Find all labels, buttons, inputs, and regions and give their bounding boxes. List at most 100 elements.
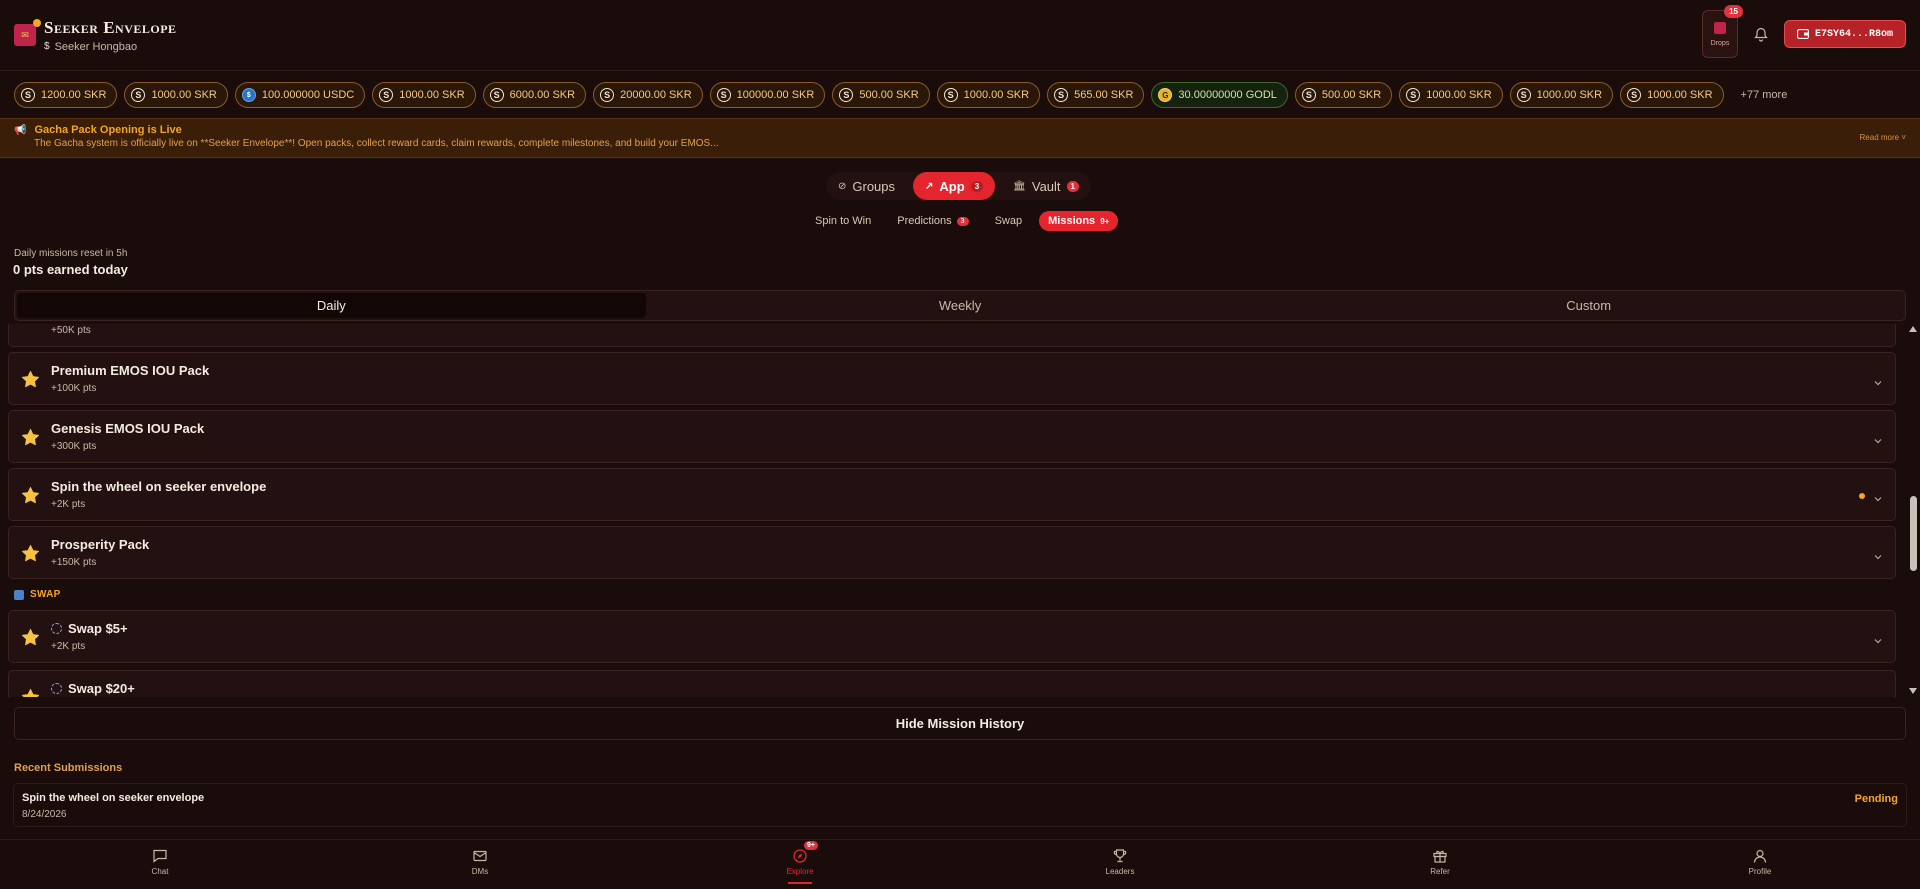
announcement-body: The Gacha system is officially live on *… [34,138,719,149]
subtab-swap[interactable]: Swap [986,211,1032,231]
mission-card[interactable]: Spin the wheel on seeker envelope +2K pts [8,468,1896,521]
token-chip[interactable]: S 1200.00 SKR [14,82,118,108]
token-amount: 1000.00 SKR [151,89,217,101]
nav-refer[interactable]: Refer [1400,848,1480,876]
tokens-more-link[interactable]: +77 more [1741,89,1788,101]
token-amount: 1000.00 SKR [1426,89,1492,101]
bottom-nav: Chat DMs 9+ Explore Leaders Refer Profile [0,839,1920,889]
chevron-down-icon[interactable] [1873,491,1883,502]
gift-icon [1432,848,1448,864]
swap-token-icon [51,623,62,634]
chevron-down-icon[interactable] [1873,693,1883,697]
star-icon [21,428,40,447]
recent-submissions-heading: Recent Submissions [14,762,123,774]
trend-icon: ↗ [925,180,934,192]
token-chip[interactable]: S 1000.00 SKR [124,82,228,108]
drops-button[interactable]: Drops 15 [1701,5,1743,58]
period-tab-custom[interactable]: Custom [1274,293,1903,318]
token-chip[interactable]: S 1000.00 SKR [1509,82,1614,108]
chevron-down-icon[interactable] [1873,375,1883,386]
tab-badge: 3 [970,180,984,192]
hide-mission-history-button[interactable]: Hide Mission History [14,707,1906,740]
envelope-icon: ✉ [21,29,29,40]
scroll-up-arrow-icon[interactable] [1909,326,1917,332]
tab-groups[interactable]: ⊘ Groups [826,172,907,200]
nav-dms[interactable]: DMs [440,848,520,876]
megaphone-icon: 📢 [14,124,27,136]
token-chip[interactable]: S 1000.00 SKR [936,82,1041,108]
token-chip[interactable]: S 1000.00 SKR [372,82,476,108]
token-chip[interactable]: S 500.00 SKR [832,82,930,108]
tab-label: Vault [1031,178,1061,194]
mission-points: +50K pts [51,325,91,336]
token-chip[interactable]: S 565.00 SKR [1047,82,1145,108]
subtab-missions[interactable]: Missions 9+ [1039,211,1119,231]
s-coin-icon: S [21,88,35,102]
mission-card[interactable]: Swap $20+ [8,670,1896,697]
token-chip[interactable]: S 100000.00 SKR [709,82,826,108]
brand-subtitle-row: $ Seeker Hongbao [44,41,177,53]
mission-card[interactable]: Prosperity Pack +150K pts [8,526,1896,579]
drops-badge: 15 [1724,5,1743,18]
subtab-label: Missions [1048,215,1096,227]
scroll-down-arrow-icon[interactable] [1909,688,1917,694]
nav-leaders[interactable]: Leaders [1080,848,1160,876]
brand-subtitle: Seeker Hongbao [54,40,138,53]
period-tab-weekly[interactable]: Weekly [646,293,1275,318]
wallet-icon [1797,29,1809,39]
s-coin-icon: S [379,88,394,102]
token-amount: 6000.00 SKR [509,89,576,101]
scrollbar-thumb[interactable] [1910,496,1917,571]
swap-token-icon [51,683,62,694]
main-tabs: ⊘ Groups ↗ App 3 🏛 Vault 1 [826,172,1091,200]
mission-points: +150K pts [51,557,97,568]
token-chip[interactable]: S 1000.00 SKR [1620,82,1724,108]
s-coin-icon: $ [44,41,50,52]
app-logo[interactable]: ✉ [14,19,41,46]
mission-list-scrollbar[interactable] [1908,326,1918,694]
mission-points: +100K pts [51,383,97,394]
drops-label: Drops [1710,39,1730,47]
s-coin-icon: S [943,88,958,102]
chevron-down-icon[interactable] [1873,633,1883,644]
mission-card[interactable]: Swap $5+ +2K pts [8,610,1896,663]
wallet-button[interactable]: E7SY64...R8om [1783,20,1906,48]
tab-vault[interactable]: 🏛 Vault 1 [1001,172,1091,200]
mission-card[interactable]: Genesis EMOS IOU Pack +300K pts [8,410,1896,463]
user-icon [1752,848,1768,864]
token-chip[interactable]: G 30.00000000 GODL [1151,82,1288,108]
token-strip: S 1200.00 SKR S 1000.00 SKR $100.000000 USDC… [0,72,1920,118]
subtab-predictions[interactable]: Predictions 3 [888,211,977,231]
token-chip[interactable]: S 6000.00 SKR [482,82,587,108]
explore-icon: 9+ [792,841,818,864]
chevron-down-icon: ˅ [1901,133,1906,142]
subtab-spin-to-win[interactable]: Spin to Win [806,211,880,231]
chevron-down-icon[interactable] [1873,433,1883,444]
subtab-label: Predictions [897,215,952,227]
token-amount: 30.00000000 GODL [1178,89,1277,101]
app-root: ✉ Seeker Envelope $ Seeker Hongbao Drops… [0,0,1920,889]
read-more-button[interactable]: Read more ˅ [1860,133,1906,142]
tab-app[interactable]: ↗ App 3 [913,172,996,200]
bell-icon[interactable] [1752,25,1770,43]
token-chip[interactable]: S 20000.00 SKR [593,82,703,108]
mission-title: Genesis EMOS IOU Pack [51,421,205,436]
token-chip[interactable]: $100.000000 USDC [234,82,366,108]
s-coin-icon: S [131,88,146,102]
s-coin-icon: S [1301,88,1316,102]
token-amount: 1000.00 SKR [399,89,465,101]
token-chip[interactable]: S 500.00 SKR [1294,82,1393,108]
nav-explore[interactable]: 9+ Explore [760,841,840,884]
nav-chat[interactable]: Chat [120,848,200,876]
nav-label: DMs [471,867,489,876]
mission-card[interactable]: Premium EMOS IOU Pack +100K pts [8,352,1896,405]
nav-profile[interactable]: Profile [1720,848,1800,876]
s-coin-icon: S [839,88,854,102]
chevron-down-icon[interactable] [1873,549,1883,560]
mission-card-partial[interactable]: +50K pts [8,324,1896,347]
tab-badge: 1 [1066,180,1079,192]
token-chip[interactable]: S 1000.00 SKR [1399,82,1503,108]
notification-dot [33,19,41,27]
period-tab-daily[interactable]: Daily [17,293,646,318]
mission-title-row: Genesis EMOS IOU Pack [51,421,204,436]
